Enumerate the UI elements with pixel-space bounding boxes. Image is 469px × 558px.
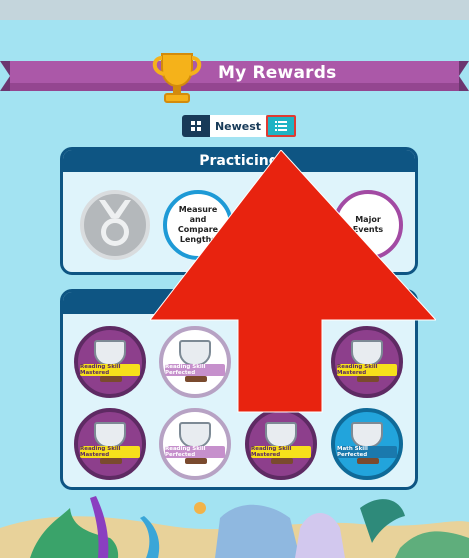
reward-badge[interactable]: Reading Skill Mastered — [245, 408, 317, 480]
cup-base — [185, 458, 207, 464]
trophy-cup-icon — [265, 422, 297, 448]
grid-view-button[interactable] — [182, 115, 210, 137]
reward-badge[interactable]: Reading Skill Mastered — [74, 326, 146, 398]
reward-banner: Reading Skill Mastered — [80, 446, 140, 458]
trophy-icon — [152, 53, 202, 103]
reward-banner: Reading Skill Perfected — [165, 446, 225, 458]
trophy-cup-icon — [94, 422, 126, 448]
up-arrow-icon — [150, 150, 436, 413]
sort-newest-button[interactable]: Newest — [210, 115, 266, 137]
grid-icon — [191, 121, 201, 131]
cup-base — [100, 376, 122, 382]
reward-banner: Math Skill Perfected — [337, 446, 397, 458]
top-bar — [0, 0, 469, 20]
reward-badge[interactable]: Reading Skill Perfected — [159, 408, 231, 480]
trophy-cup-icon — [351, 422, 383, 448]
trophy-cup-icon — [94, 340, 126, 366]
list-view-button[interactable] — [266, 115, 296, 137]
ribbon-end-right — [459, 61, 469, 91]
reward-badge[interactable]: Math Skill Perfected — [331, 408, 403, 480]
gray-medal-badge[interactable] — [80, 190, 150, 260]
reward-banner: Reading Skill Mastered — [251, 446, 311, 458]
view-toolbar: Newest — [182, 115, 296, 137]
seafloor-decoration — [0, 496, 469, 558]
list-icon — [275, 121, 287, 131]
trophy-cup-icon — [179, 422, 211, 448]
medal-icon — [99, 200, 131, 246]
cup-base — [357, 458, 379, 464]
ribbon-end-left — [0, 61, 10, 91]
cup-base — [100, 458, 122, 464]
cup-base — [271, 458, 293, 464]
reward-badge[interactable]: Reading Skill Mastered — [74, 408, 146, 480]
reward-banner: Reading Skill Mastered — [80, 364, 140, 376]
page-title: My Rewards — [218, 63, 337, 83]
